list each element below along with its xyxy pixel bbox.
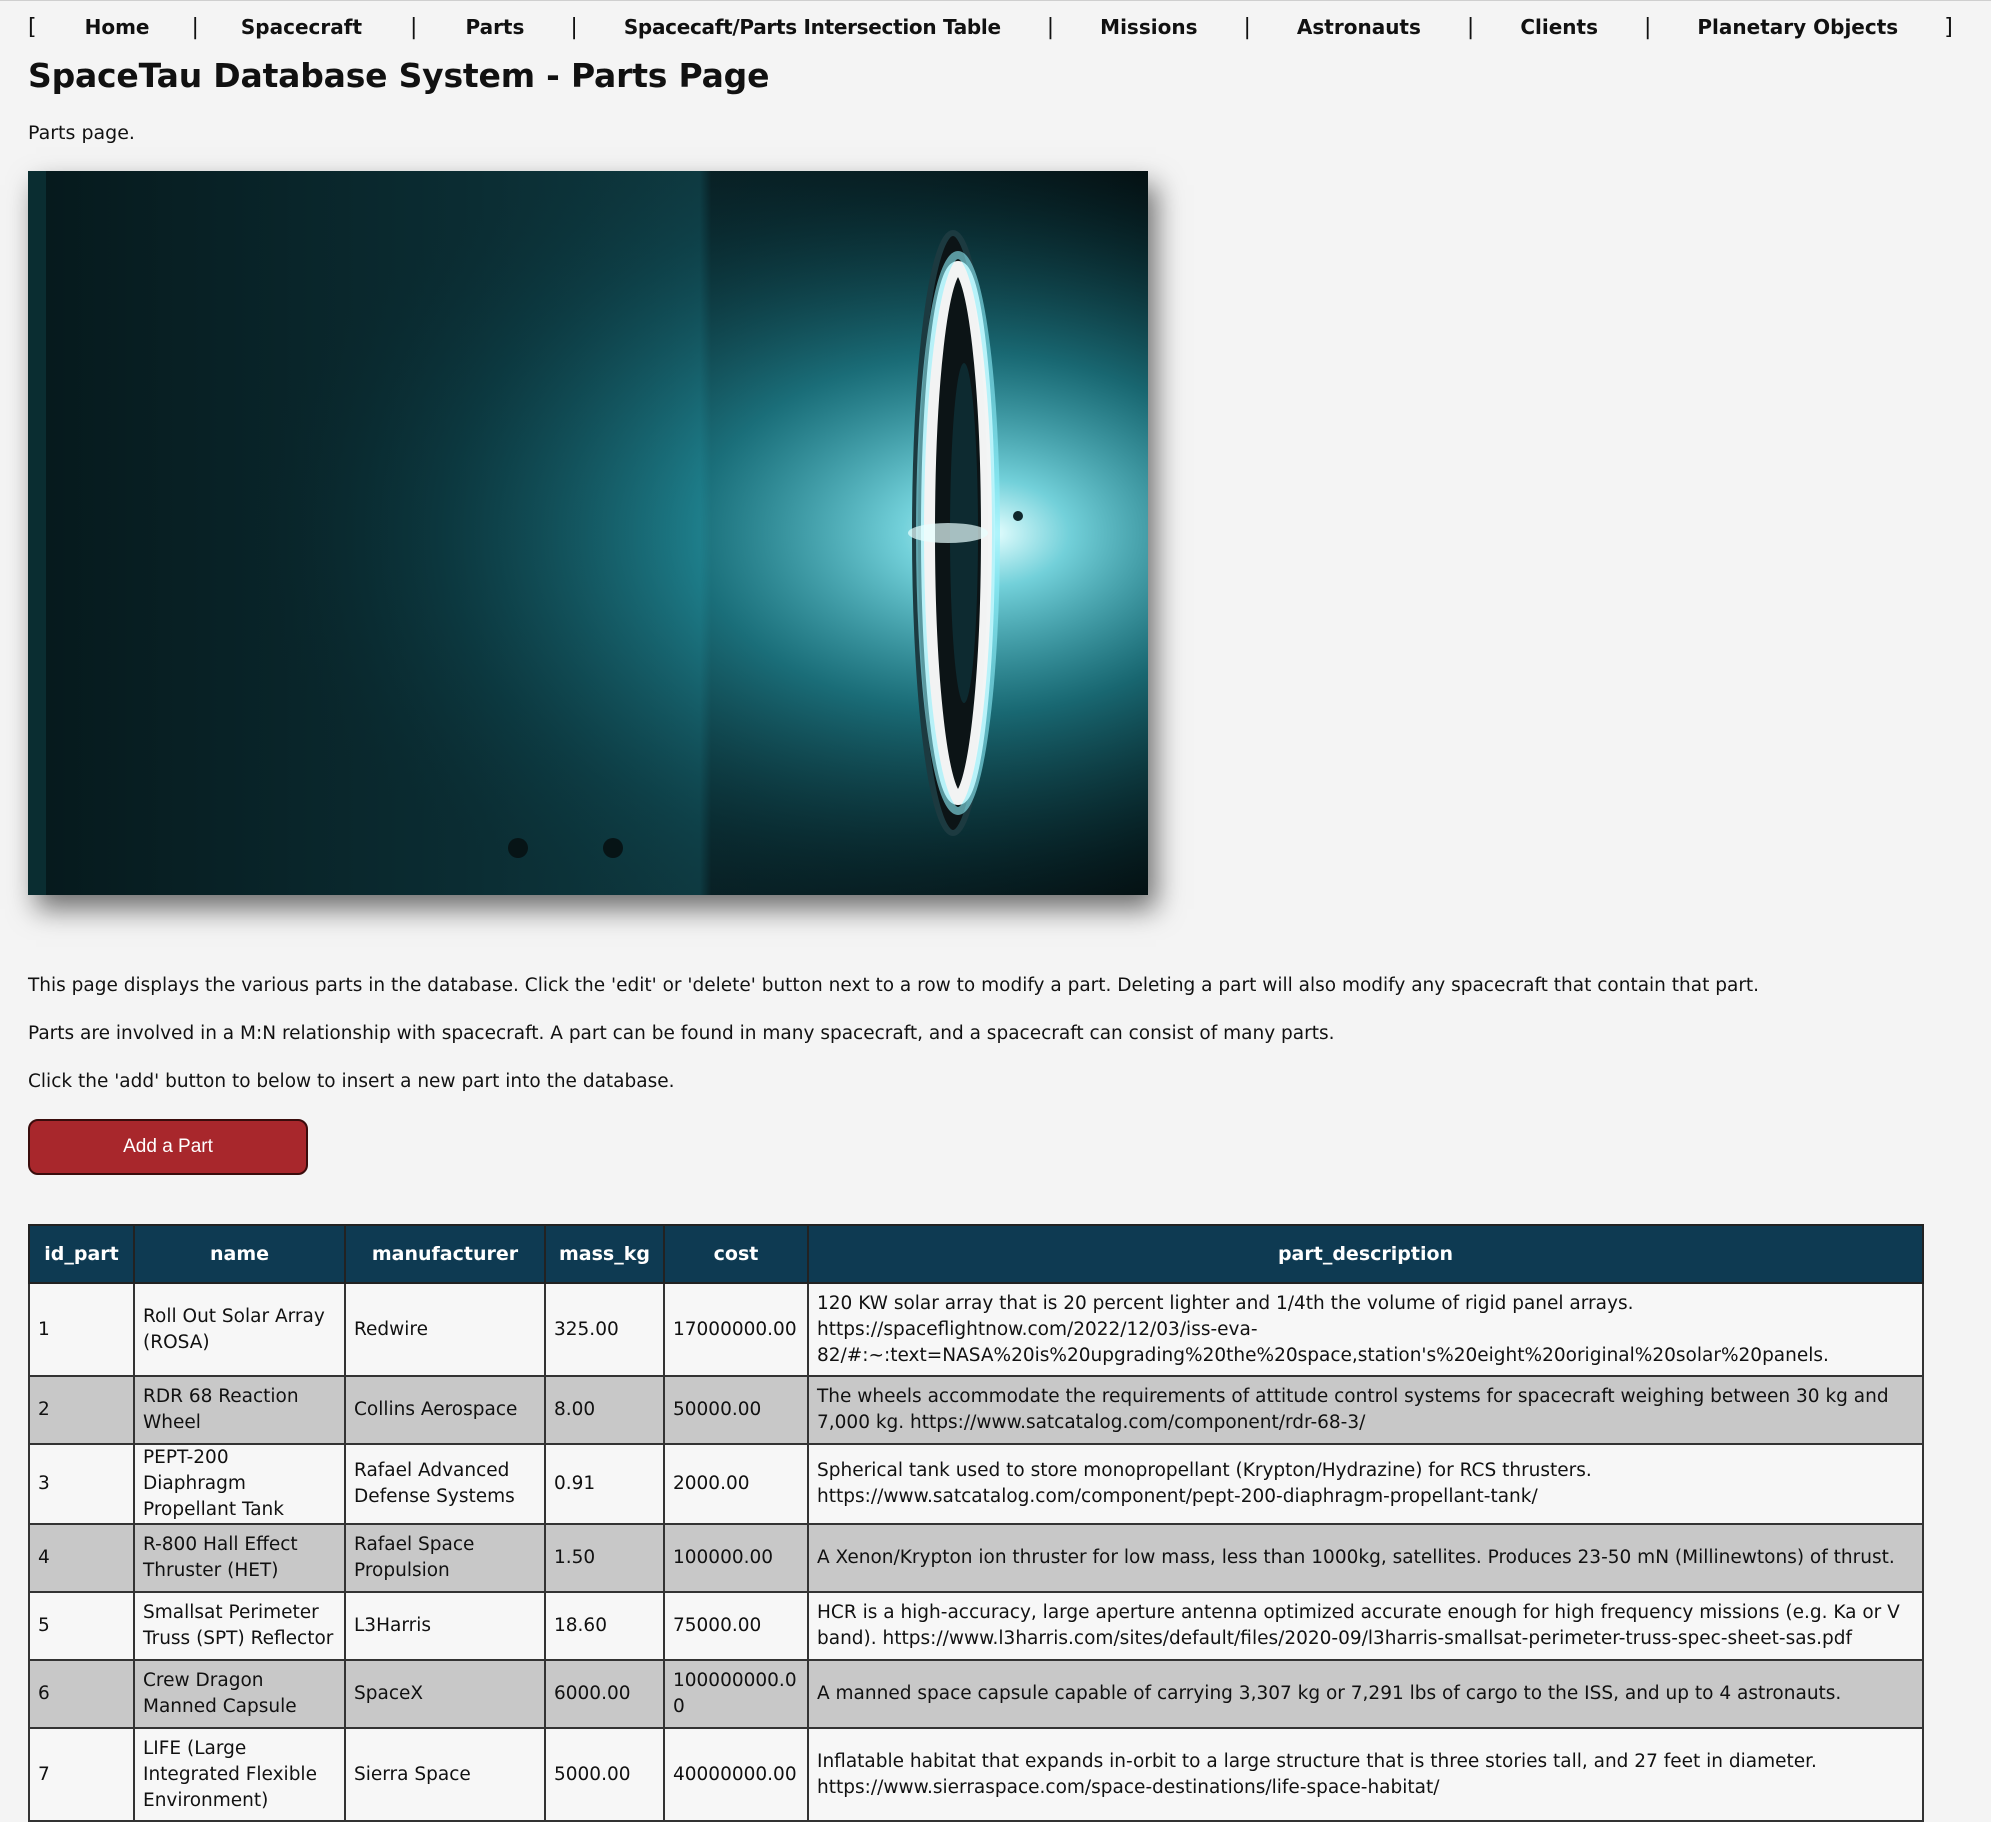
nav-separator: |: [570, 14, 578, 40]
cell-part-description: HCR is a high-accuracy, large aperture a…: [807, 1591, 1924, 1661]
cell-mass-kg: 8.00: [544, 1375, 665, 1445]
cell-part-description: Inflatable habitat that expands in-orbit…: [807, 1727, 1924, 1822]
column-header-name: name: [133, 1224, 346, 1284]
cell-name: Crew Dragon Manned Capsule: [133, 1659, 346, 1729]
cell-name: R-800 Hall Effect Thruster (HET): [133, 1523, 346, 1593]
cell-manufacturer: Collins Aerospace: [344, 1375, 546, 1445]
cell-cost: 17000000.00: [663, 1282, 809, 1377]
cell-id-part: 6: [28, 1659, 135, 1729]
table-header-row: id_part name manufacturer mass_kg cost p…: [28, 1224, 1924, 1284]
nav-separator: |: [410, 14, 418, 40]
cell-name: Smallsat Perimeter Truss (SPT) Reflector: [133, 1591, 346, 1661]
cell-cost: 100000.00: [663, 1523, 809, 1593]
cell-name: Roll Out Solar Array (ROSA): [133, 1282, 346, 1377]
intro-paragraph-3: Click the 'add' button to below to inser…: [28, 1071, 675, 1092]
table-row: 3 PEPT-200 Diaphragm Propellant Tank Raf…: [28, 1443, 1924, 1525]
column-header-mass-kg: mass_kg: [544, 1224, 665, 1284]
table-row: 6 Crew Dragon Manned Capsule SpaceX 6000…: [28, 1659, 1924, 1729]
column-header-part-description: part_description: [807, 1224, 1924, 1284]
cell-part-description: A Xenon/Krypton ion thruster for low mas…: [807, 1523, 1924, 1593]
nav-separator: |: [1243, 14, 1251, 40]
column-header-cost: cost: [663, 1224, 809, 1284]
intro-paragraph-2: Parts are involved in a M:N relationship…: [28, 1023, 1335, 1044]
nav-separator: |: [191, 14, 199, 40]
table-row: 5 Smallsat Perimeter Truss (SPT) Reflect…: [28, 1591, 1924, 1661]
cell-manufacturer: L3Harris: [344, 1591, 546, 1661]
cell-name: PEPT-200 Diaphragm Propellant Tank: [133, 1443, 346, 1525]
cell-manufacturer: SpaceX: [344, 1659, 546, 1729]
top-nav: [ Home | Spacecraft | Parts | Spacecaft/…: [28, 10, 1953, 44]
nav-planetary-objects-link[interactable]: Planetary Objects: [1697, 15, 1898, 39]
cell-name: LIFE (Large Integrated Flexible Environm…: [133, 1727, 346, 1822]
cell-part-description: The wheels accommodate the requirements …: [807, 1375, 1924, 1445]
cell-id-part: 5: [28, 1591, 135, 1661]
cell-mass-kg: 1.50: [544, 1523, 665, 1593]
cell-id-part: 1: [28, 1282, 135, 1377]
nav-separator: |: [1046, 14, 1055, 40]
cell-part-description: A manned space capsule capable of carryi…: [807, 1659, 1924, 1729]
cell-cost: 2000.00: [663, 1443, 809, 1525]
cell-part-description: 120 KW solar array that is 20 percent li…: [807, 1282, 1924, 1377]
page-title: SpaceTau Database System - Parts Page: [28, 56, 770, 95]
cell-cost: 100000000.00: [663, 1659, 809, 1729]
hall-thruster-photo: [28, 171, 1148, 895]
table-row: 1 Roll Out Solar Array (ROSA) Redwire 32…: [28, 1282, 1924, 1377]
nav-separator: |: [1466, 14, 1475, 40]
cell-cost: 40000000.00: [663, 1727, 809, 1822]
cell-mass-kg: 18.60: [544, 1591, 665, 1661]
table-row: 4 R-800 Hall Effect Thruster (HET) Rafae…: [28, 1523, 1924, 1593]
table-row: 2 RDR 68 Reaction Wheel Collins Aerospac…: [28, 1375, 1924, 1445]
cell-id-part: 4: [28, 1523, 135, 1593]
cell-manufacturer: Sierra Space: [344, 1727, 546, 1822]
cell-mass-kg: 0.91: [544, 1443, 665, 1525]
thruster-image: [28, 171, 1148, 895]
cell-cost: 50000.00: [663, 1375, 809, 1445]
cell-mass-kg: 5000.00: [544, 1727, 665, 1822]
cell-id-part: 2: [28, 1375, 135, 1445]
nav-open-bracket: [: [28, 14, 37, 40]
cell-name: RDR 68 Reaction Wheel: [133, 1375, 346, 1445]
cell-id-part: 3: [28, 1443, 135, 1525]
page-subtitle: Parts page.: [28, 122, 135, 144]
parts-table: id_part name manufacturer mass_kg cost p…: [28, 1224, 1924, 1822]
top-border: [0, 0, 1991, 1]
intro-paragraph-1: This page displays the various parts in …: [28, 975, 1760, 996]
cell-manufacturer: Rafael Advanced Defense Systems: [344, 1443, 546, 1525]
cell-mass-kg: 6000.00: [544, 1659, 665, 1729]
nav-clients-link[interactable]: Clients: [1520, 15, 1598, 39]
cell-mass-kg: 325.00: [544, 1282, 665, 1377]
cell-part-description: Spherical tank used to store monopropell…: [807, 1443, 1924, 1525]
nav-intersection-table-link[interactable]: Spacecaft/Parts Intersection Table: [624, 15, 1001, 39]
nav-missions-link[interactable]: Missions: [1100, 15, 1197, 39]
cell-manufacturer: Redwire: [344, 1282, 546, 1377]
cell-manufacturer: Rafael Space Propulsion: [344, 1523, 546, 1593]
nav-parts-link[interactable]: Parts: [465, 15, 524, 39]
nav-home-link[interactable]: Home: [85, 15, 150, 39]
nav-separator: |: [1643, 14, 1652, 40]
table-row: 7 LIFE (Large Integrated Flexible Enviro…: [28, 1727, 1924, 1822]
nav-spacecraft-link[interactable]: Spacecraft: [241, 15, 362, 39]
cell-cost: 75000.00: [663, 1591, 809, 1661]
nav-close-bracket: ]: [1944, 14, 1953, 40]
cell-id-part: 7: [28, 1727, 135, 1822]
nav-astronauts-link[interactable]: Astronauts: [1297, 15, 1421, 39]
column-header-id-part: id_part: [28, 1224, 135, 1284]
column-header-manufacturer: manufacturer: [344, 1224, 546, 1284]
add-part-button[interactable]: Add a Part: [28, 1119, 308, 1175]
